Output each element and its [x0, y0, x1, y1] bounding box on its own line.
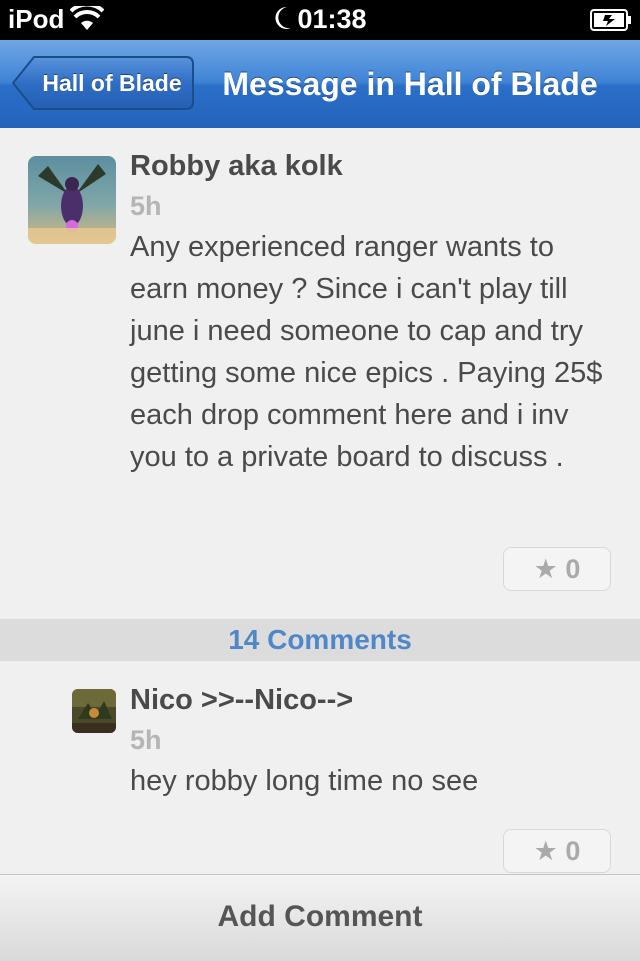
clock-time: 01:38 [297, 4, 367, 34]
avatar[interactable] [72, 689, 116, 733]
bottom-toolbar: Add Comment [0, 874, 640, 961]
avatar[interactable] [28, 156, 116, 244]
post-timestamp: 5h [130, 191, 162, 221]
status-bar: iPod 01:38 [0, 0, 640, 40]
comment-timestamp: 5h [130, 725, 162, 755]
comment-item: Nico >>--Nico--> 5h hey robby long time … [0, 662, 640, 874]
post-body: Any experienced ranger wants to earn mon… [130, 231, 603, 473]
add-comment-button[interactable]: Add Comment [0, 875, 640, 961]
like-button[interactable]: ★ 0 [503, 829, 611, 873]
back-button-label: Hall of Blade [42, 70, 182, 96]
page-title: Message in Hall of Blade [222, 66, 598, 102]
comment-author[interactable]: Nico >>--Nico--> [130, 684, 353, 717]
comment-body: hey robby long time no see [130, 765, 479, 797]
battery-charging-icon [590, 9, 632, 36]
star-icon: ★ [533, 554, 558, 584]
star-icon: ★ [533, 836, 558, 866]
message-post: Robby aka kolk 5h Any experienced ranger… [0, 128, 640, 618]
like-count: 0 [565, 836, 581, 866]
navigation-bar: Hall of Blade Message in Hall of Blade [0, 40, 640, 129]
like-count: 0 [565, 554, 581, 584]
post-author[interactable]: Robby aka kolk [130, 150, 343, 183]
comments-count-header: 14 Comments [0, 619, 640, 661]
moon-icon [273, 4, 293, 39]
back-button[interactable]: Hall of Blade [12, 55, 194, 111]
like-button[interactable]: ★ 0 [503, 547, 611, 591]
